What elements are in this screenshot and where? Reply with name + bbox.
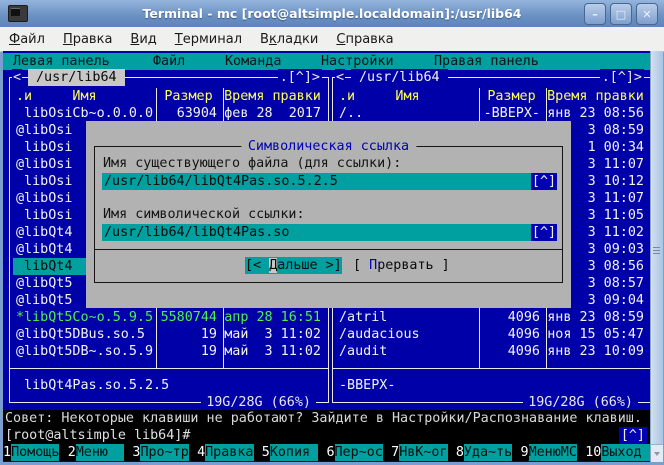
dialog-title: Символическая ссылка xyxy=(241,138,416,155)
shell-prompt: [root@altsimple lib64]# xyxy=(5,428,190,443)
file-row[interactable]: /audacious4096ноя 15 05:47 xyxy=(333,326,650,343)
menu-item[interactable]: Файл xyxy=(0,30,54,49)
right-panel-header: .и Имя Размер Время правки xyxy=(333,88,650,105)
command-line[interactable]: [root@altsimple lib64]# [^] xyxy=(3,427,652,444)
cancel-button[interactable]: [ Прервать ] xyxy=(353,257,450,274)
fn-key-button[interactable]: 4Правка xyxy=(197,444,262,461)
dialog-frame: Символическая ссылка Имя существующего ф… xyxy=(94,146,563,283)
panel-separator xyxy=(333,368,650,369)
hint-line: Совет: Некоторые клавиши не работают? За… xyxy=(3,410,652,427)
file-row[interactable]: /atril4096янв 23 08:59 xyxy=(333,309,650,326)
fn-key-button[interactable]: 6Пер~ос xyxy=(326,444,391,461)
fn-key-button[interactable]: 9МенюМС xyxy=(521,444,586,461)
input-history-button[interactable]: [^] xyxy=(531,224,557,241)
mc-menu-item[interactable]: Правая панель xyxy=(434,53,539,70)
existing-file-input[interactable]: /usr/lib64/libQt4Pas.so.5.2.5[^] xyxy=(102,173,555,190)
file-row[interactable]: /..-ВВЕРХ-янв 23 08:56 xyxy=(333,105,650,122)
close-button[interactable]: ✕ xyxy=(636,3,658,25)
column-name[interactable]: Имя xyxy=(395,89,419,104)
menu-item[interactable]: Терминал xyxy=(166,30,251,49)
right-panel-path[interactable]: /usr/lib64 xyxy=(351,69,448,86)
sort-indicator: .и xyxy=(16,88,32,105)
dialog-separator xyxy=(95,249,562,250)
terminal-screen: Левая панель Файл Команда Настройки Правая п… xyxy=(3,51,650,462)
input-history-button[interactable]: [^] xyxy=(531,173,557,190)
panel-history-back-icon[interactable]: < xyxy=(335,69,345,86)
fn-key-button[interactable]: 2Меню xyxy=(68,444,133,461)
right-panel-free-space: 19G/28G (66%) xyxy=(523,394,638,411)
function-key-bar: 1Помощь2Меню3Про~тр4Правка5Копия6Пер~ос7… xyxy=(3,444,650,461)
panel-corner-marks[interactable]: .[^]> xyxy=(600,69,644,86)
fn-key-button[interactable]: 8Уда~ть xyxy=(456,444,521,461)
file-row[interactable]: /audit4096янв 23 10:09 xyxy=(333,343,650,360)
file-row[interactable]: @libQt5DB~.so.5.919май 3 11:02 xyxy=(10,343,328,360)
left-panel-free-space: 19G/28G (66%) xyxy=(201,394,316,411)
sort-indicator: .и xyxy=(339,88,355,105)
terminal-window: Terminal - mc [root@altsimple.localdomai… xyxy=(0,0,664,465)
fn-key-button[interactable]: 5Копия xyxy=(262,444,327,461)
symlink-dialog: Символическая ссылка Имя существующего ф… xyxy=(86,121,571,308)
column-mtime[interactable]: Время правки xyxy=(547,88,644,105)
scrollbar-down-button[interactable] xyxy=(651,444,663,462)
left-panel-header: .и Имя Размер Время правки xyxy=(10,88,328,105)
window-title: Terminal - mc [root@altsimple.localdomai… xyxy=(0,6,664,21)
fn-key-button[interactable]: 10Выход xyxy=(585,444,650,461)
column-mtime[interactable]: Время правки xyxy=(224,88,321,105)
file-row[interactable]: *libQt5Co~o.5.9.55580744апр 28 16:51 xyxy=(10,309,328,326)
command-history-button[interactable]: [^] xyxy=(619,427,647,444)
fn-key-button[interactable]: 7НвК~ог xyxy=(391,444,456,461)
fn-key-button[interactable]: 3Про~тр xyxy=(132,444,197,461)
scrollbar[interactable] xyxy=(650,51,663,462)
next-button[interactable]: [< Дальше >] xyxy=(245,257,342,274)
symlink-name-input[interactable]: /usr/lib64/libQt4Pas.so[^] xyxy=(102,224,555,241)
mc-menu-item[interactable]: Команда xyxy=(225,53,281,70)
menu-item[interactable]: Справка xyxy=(327,30,402,49)
mc-menu-item[interactable]: Настройки xyxy=(321,53,394,70)
panel-corner-marks[interactable]: .[^]> xyxy=(278,69,322,86)
scrollbar-grip-icon[interactable] xyxy=(653,245,660,256)
minimize-button[interactable]: – xyxy=(584,3,606,25)
file-row[interactable]: @libQt5DBus.so.519май 3 11:02 xyxy=(10,326,328,343)
symlink-name-label: Имя символической ссылки: xyxy=(103,206,305,223)
panel-history-back-icon[interactable]: < xyxy=(12,69,22,86)
left-panel-status: libQt4Pas.so.5.2.5 xyxy=(16,377,322,394)
column-name[interactable]: Имя xyxy=(72,89,96,104)
existing-file-label: Имя существующего файла (для ссылки): xyxy=(103,155,401,172)
column-size[interactable]: Размер xyxy=(483,88,540,105)
panel-separator xyxy=(10,368,328,369)
maximize-button[interactable]: □ xyxy=(610,3,632,25)
right-panel-status: -ВВЕРХ- xyxy=(339,377,644,394)
mc-menu-item[interactable]: Левая панель xyxy=(13,53,110,70)
menu-item[interactable]: Вид xyxy=(121,30,165,49)
menu-item[interactable]: Правка xyxy=(54,30,121,49)
titlebar[interactable]: Terminal - mc [root@altsimple.localdomai… xyxy=(0,0,664,28)
fn-key-button[interactable]: 1Помощь xyxy=(3,444,68,461)
file-row[interactable]: libOsiCb~o.0.0.063904фев 28 2017 xyxy=(10,105,328,122)
menu-item[interactable]: Вкладки xyxy=(251,30,327,49)
mc-menu-item[interactable]: Файл xyxy=(153,53,185,70)
menubar: ФайлПравкаВидТерминалВкладкиСправка xyxy=(0,27,664,52)
left-panel-path[interactable]: /usr/lib64 xyxy=(28,69,125,86)
mc-menu-bar: Левая панель Файл Команда Настройки Правая п… xyxy=(3,53,650,70)
column-size[interactable]: Размер xyxy=(160,88,217,105)
